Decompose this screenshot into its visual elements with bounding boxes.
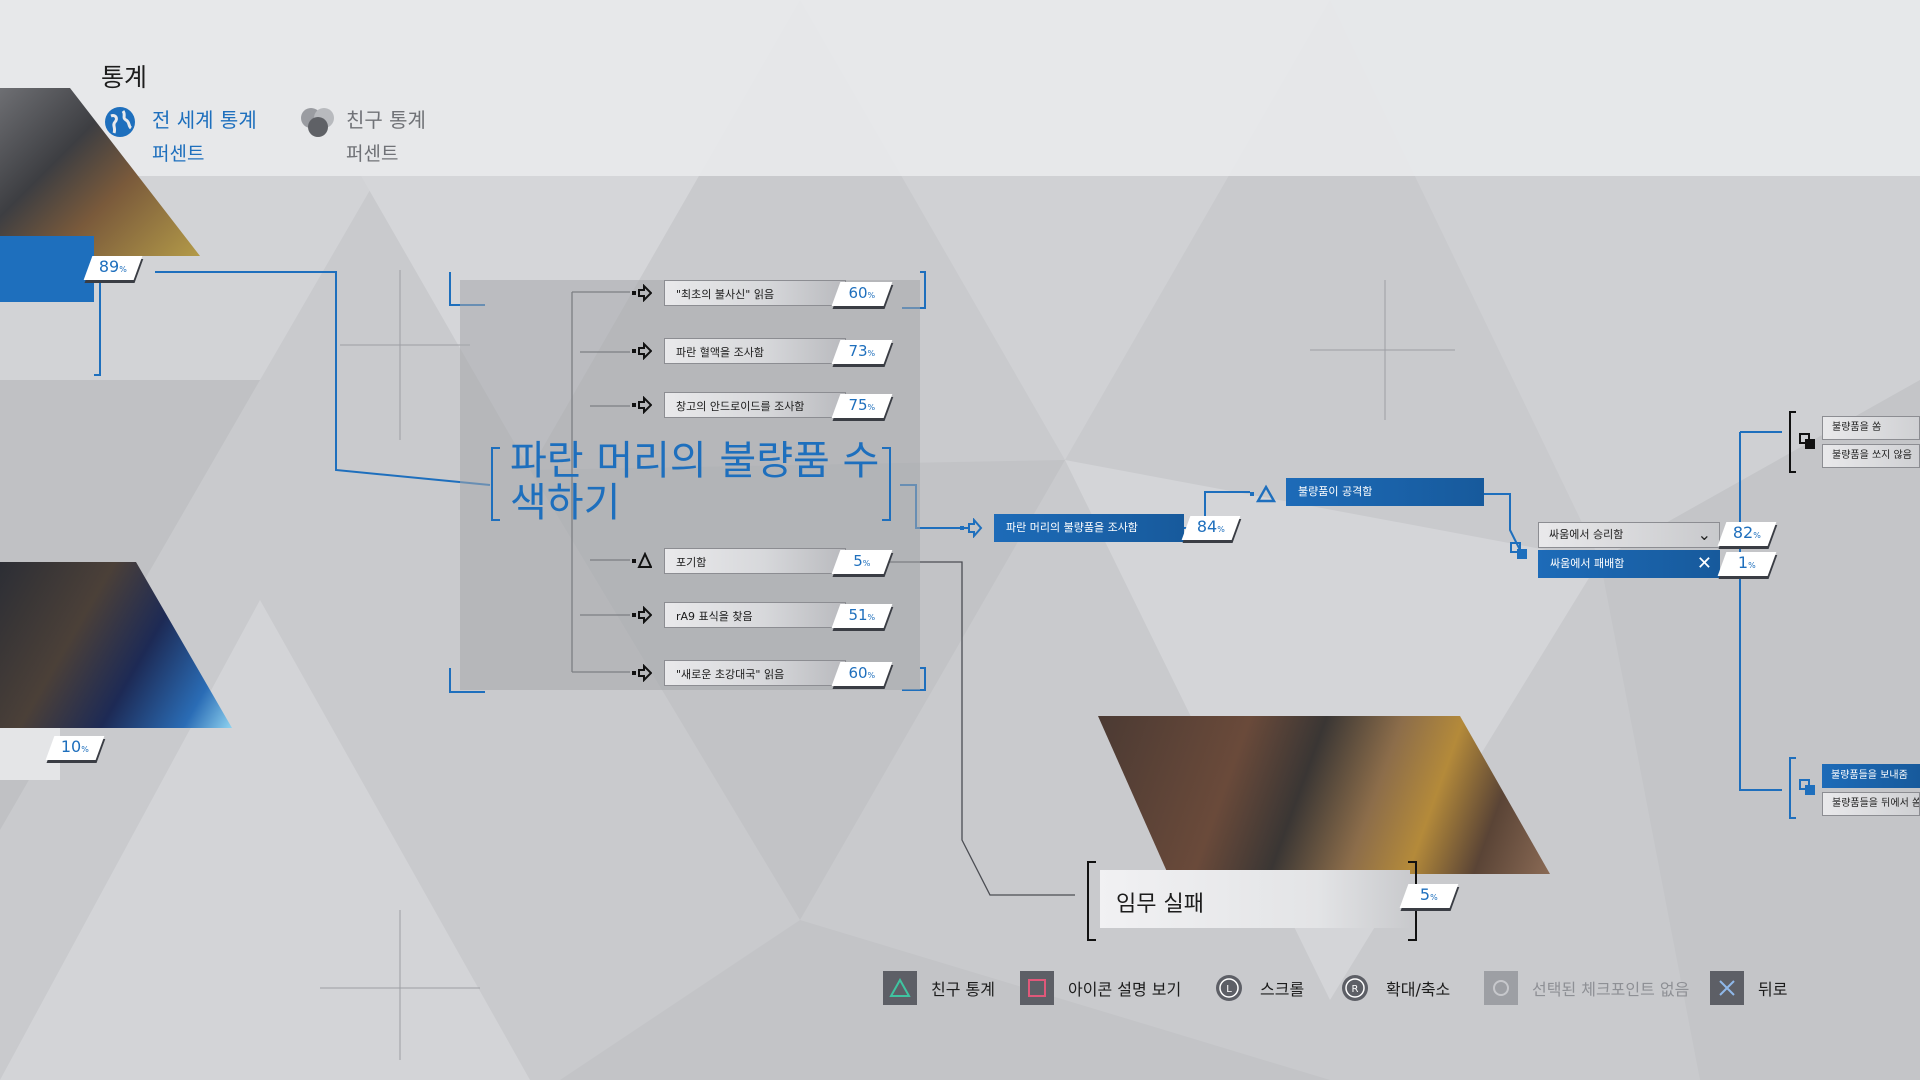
choice-label: rA9 표식을 찾음 [676, 610, 753, 623]
tab-friend-stats-label: 친구 통계 [346, 108, 426, 132]
investigate-choice[interactable]: 파란 머리의 불량품을 조사함 [994, 514, 1184, 542]
percent-badge-top: 89% [83, 256, 143, 280]
fight-win-label: 싸움에서 승리함 [1549, 528, 1624, 541]
right-top-choice-2[interactable]: 불량품을 쏘지 않음 [1822, 444, 1920, 468]
choice-percent: 60% [831, 282, 893, 306]
choice-label: 창고의 안드로이드를 조사함 [676, 400, 805, 413]
triangle-button-icon [883, 971, 917, 1005]
x-icon: ✕ [1696, 553, 1712, 574]
arrow-icon [632, 342, 652, 360]
failure-panel[interactable]: 임무 실패 [1100, 870, 1410, 928]
choice-percent: 51% [831, 604, 893, 628]
node-title[interactable]: 파란 머리의 불량품 수색하기 [510, 440, 890, 524]
checkpoint-icon [1510, 542, 1527, 559]
choice-label: "최초의 불사신" 읽음 [676, 288, 775, 301]
control-label: 친구 통계 [931, 980, 995, 999]
right-bottom-bracket [1789, 757, 1815, 819]
arrow-icon [632, 284, 652, 302]
fight-win-percent: 82% [1717, 522, 1777, 546]
control-label: 뒤로 [1758, 980, 1788, 999]
choice-label: 포기함 [676, 556, 707, 569]
tab-global-stats-sub: 퍼센트 [152, 143, 205, 165]
cross-button-icon [1710, 971, 1744, 1005]
failure-label: 임무 실패 [1116, 892, 1204, 917]
fight-win-choice[interactable]: 싸움에서 승리함 ⌄ [1538, 522, 1720, 548]
node-bracket-left [491, 447, 500, 521]
tab-friend-stats[interactable]: 친구 통계 퍼센트 [298, 104, 426, 166]
choice-percent: 5% [831, 550, 893, 574]
triangle-icon [632, 552, 652, 568]
right-top-bracket [1789, 411, 1815, 473]
scroll-control[interactable]: L 스크롤 [1212, 968, 1304, 1008]
arrow-icon [960, 518, 983, 538]
choice-label: "새로운 초강대국" 읽음 [676, 668, 785, 681]
circle-button-icon [1484, 971, 1518, 1005]
arrow-icon [632, 606, 652, 624]
chevron-down-icon: ⌄ [1697, 525, 1711, 544]
square-button-icon [1020, 971, 1054, 1005]
right-stick-icon: R [1338, 971, 1372, 1005]
fight-lose-choice[interactable]: 싸움에서 패배함 ✕ [1538, 550, 1720, 578]
tab-global-stats-label: 전 세계 통계 [152, 108, 257, 132]
arrow-icon [632, 396, 652, 414]
checkpoint-control[interactable]: 선택된 체크포인트 없음 [1484, 968, 1689, 1008]
right-bottom-choice-2[interactable]: 불량품들을 뒤에서 쏨 [1822, 792, 1920, 816]
icon-legend-control[interactable]: 아이콘 설명 보기 [1020, 968, 1181, 1008]
svg-text:R: R [1352, 984, 1359, 995]
back-control[interactable]: 뒤로 [1710, 968, 1787, 1008]
triangle-icon [1250, 484, 1276, 503]
node-bracket-right [882, 447, 891, 521]
zoom-control[interactable]: R 확대/축소 [1338, 968, 1450, 1008]
choice-label: 파란 혈액을 조사함 [676, 346, 764, 359]
tab-friend-stats-sub: 퍼센트 [346, 143, 399, 165]
fight-lose-label: 싸움에서 패배함 [1550, 557, 1625, 570]
percent-badge-bottom: 10% [45, 736, 105, 760]
control-label: 확대/축소 [1386, 980, 1451, 999]
investigate-percent: 84% [1181, 516, 1241, 540]
fight-lose-percent: 1% [1717, 552, 1777, 576]
choice-percent: 75% [831, 394, 893, 418]
svg-text:L: L [1226, 984, 1232, 995]
friend-stats-control[interactable]: 친구 통계 [883, 968, 995, 1008]
control-label: 아이콘 설명 보기 [1068, 980, 1182, 999]
right-top-choice-1[interactable]: 불량품을 쏨 [1822, 416, 1920, 440]
attacked-event[interactable]: 불량품이 공격함 [1286, 478, 1484, 506]
control-label: 스크롤 [1260, 980, 1305, 999]
page-title: 통계 [101, 63, 148, 92]
tab-global-stats[interactable]: 전 세계 통계 퍼센트 [104, 104, 257, 166]
arrow-icon [632, 664, 652, 682]
selected-block [0, 236, 94, 302]
header-band [0, 0, 1920, 176]
choice-percent: 73% [831, 340, 893, 364]
left-stick-icon: L [1212, 971, 1246, 1005]
choice-percent: 60% [831, 662, 893, 686]
friends-icon [298, 106, 334, 138]
right-bottom-choice-1[interactable]: 불량품들을 보내줌 [1822, 764, 1920, 788]
failure-percent: 5% [1399, 884, 1459, 908]
globe-icon [104, 106, 136, 138]
control-label: 선택된 체크포인트 없음 [1532, 980, 1690, 999]
